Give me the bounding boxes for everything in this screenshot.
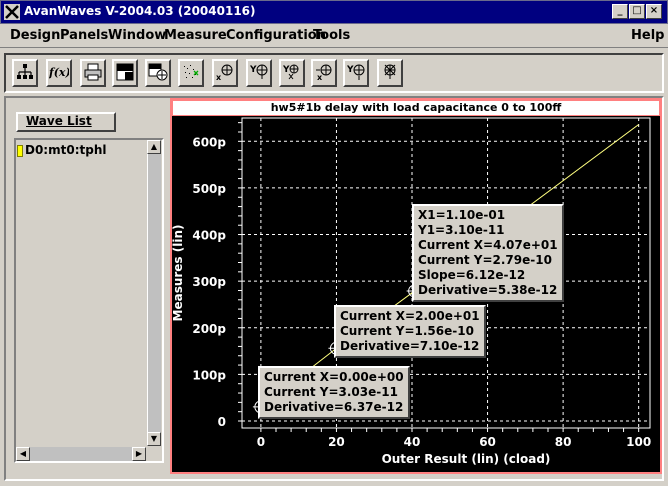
annotation-line: Derivative=5.38e-12 <box>418 283 558 297</box>
window-title: AvanWaves V-2004.03 (20040116) <box>24 4 256 18</box>
delete-cursor-icon <box>384 64 396 79</box>
panel-icon <box>116 63 134 81</box>
y-tick-label: 500p <box>192 182 226 196</box>
annotation-line: Current Y=3.03e-11 <box>264 385 398 399</box>
y-tick-label: 200p <box>192 322 226 336</box>
annotation-line: Current Y=2.79e-10 <box>418 253 552 267</box>
y-tick-label: 0 <box>218 415 226 429</box>
svg-text:x: x <box>317 73 323 81</box>
minimize-button[interactable]: _ <box>612 4 628 19</box>
menu-design[interactable]: Design <box>10 28 60 43</box>
cursor-y-icon: Y <box>249 64 268 79</box>
annotation-line: Current X=2.00e+01 <box>340 309 480 323</box>
delete-cursor-button[interactable] <box>377 59 403 87</box>
menu-tools[interactable]: Tools <box>313 28 350 43</box>
annotation-line: X1=1.10e-01 <box>418 208 506 222</box>
x-tick-label: 60 <box>479 435 496 449</box>
svg-text:Y: Y <box>346 65 354 75</box>
y-tick-label: 600p <box>192 135 226 149</box>
y-tick-label: 400p <box>192 229 226 243</box>
x-tick-label: 40 <box>404 435 421 449</box>
annotation-line: Derivative=7.10e-12 <box>340 339 480 353</box>
vertical-scrollbar[interactable] <box>147 140 161 446</box>
y-tick-label: 300p <box>192 275 226 289</box>
svg-text:Y: Y <box>249 65 257 75</box>
x-tick-label: 80 <box>555 435 572 449</box>
svg-text:Y: Y <box>282 65 290 75</box>
measure-xy-button[interactable]: Y <box>279 59 305 87</box>
svg-text:x: x <box>216 73 222 81</box>
print-button[interactable] <box>80 59 106 87</box>
x-axis-label: Outer Result (lin) (cload) <box>382 452 551 466</box>
menu-measure[interactable]: Measure <box>164 28 227 43</box>
cursor-annotation-2[interactable]: Current X=2.00e+01 Current Y=1.56e-10 De… <box>334 305 486 358</box>
annotation-line: Derivative=6.37e-12 <box>264 400 404 414</box>
wave-list-item[interactable]: D0:mt0:tphl <box>25 143 106 157</box>
function-icon: f(x) <box>49 66 69 79</box>
panel-button[interactable] <box>112 59 138 87</box>
cursor-annotation-3[interactable]: X1=1.10e-01 Y1=3.10e-11 Current X=4.07e+… <box>412 204 564 302</box>
cursor-y-add-icon: Y <box>346 64 365 80</box>
scroll-up-icon[interactable]: ▲ <box>147 140 161 154</box>
app-x-icon[interactable] <box>4 4 20 20</box>
cursor-x-add-icon: x <box>316 64 332 81</box>
x-tick-label: 100 <box>626 435 651 449</box>
cursor-x-add-button[interactable]: x <box>311 59 337 87</box>
scatter-button[interactable] <box>178 59 204 87</box>
cursor-y-button[interactable]: Y <box>246 59 272 87</box>
menu-panels[interactable]: Panels <box>60 28 108 43</box>
maximize-button[interactable]: □ <box>629 4 645 19</box>
annotation-line: Current X=0.00e+00 <box>264 370 404 384</box>
wave-list-box[interactable] <box>14 138 164 463</box>
y-tick-label: 100p <box>192 368 226 382</box>
annotation-line: Current X=4.07e+01 <box>418 238 558 252</box>
x-tick-label: 20 <box>328 435 345 449</box>
hierarchy-icon <box>17 64 33 79</box>
cursor-x-icon: x <box>216 64 233 81</box>
cursor-annotation-1[interactable]: Current X=0.00e+00 Current Y=3.03e-11 De… <box>258 366 410 419</box>
wave-list-button[interactable]: Wave List <box>16 112 116 132</box>
wave-color-marker <box>17 145 23 157</box>
annotation-line: Y1=3.10e-11 <box>418 223 505 237</box>
hierarchy-button[interactable] <box>12 59 38 87</box>
svg-text:f(x): f(x) <box>49 66 69 79</box>
menu-configuration[interactable]: Configuration <box>226 28 326 43</box>
scatter-icon <box>184 65 199 78</box>
function-button[interactable]: f(x) <box>46 59 72 87</box>
annotation-line: Current Y=1.56e-10 <box>340 324 474 338</box>
scroll-down-icon[interactable]: ▼ <box>147 432 161 446</box>
horizontal-scrollbar[interactable] <box>16 447 146 461</box>
panel-add-icon <box>148 63 168 81</box>
scroll-left-icon[interactable]: ◀ <box>16 447 30 461</box>
close-button[interactable]: × <box>646 4 662 19</box>
plot-title: hw5#1b delay with load capacitance 0 to … <box>270 101 562 114</box>
menu-window[interactable]: Window <box>108 28 166 43</box>
measure-xy-icon: Y <box>282 64 299 80</box>
menu-help[interactable]: Help <box>631 28 664 43</box>
x-tick-label: 0 <box>257 435 265 449</box>
cursor-y-add-button[interactable]: Y <box>343 59 369 87</box>
print-icon <box>84 63 102 81</box>
cursor-x-button[interactable]: x <box>212 59 238 87</box>
add-panel-button[interactable] <box>145 59 171 87</box>
y-axis-label: Measures (lin) <box>172 225 185 322</box>
scroll-right-icon[interactable]: ▶ <box>132 447 146 461</box>
annotation-line: Slope=6.12e-12 <box>418 268 526 282</box>
